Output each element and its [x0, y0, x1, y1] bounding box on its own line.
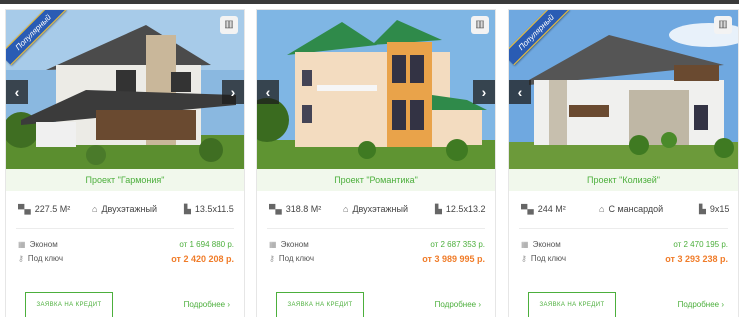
price-econom: ▦ Эконом от 2 687 353 р. — [269, 238, 485, 252]
spec-size: ▙ 13.5x11.5 — [184, 200, 234, 218]
spec-size: ▙ 9x15 — [699, 200, 729, 218]
bar-chart-icon[interactable]: ▥ — [714, 16, 732, 34]
house-image — [257, 10, 495, 169]
price-econom: ▦ Эконом от 2 470 195 р. — [521, 238, 728, 252]
turnkey-label: Под ключ — [530, 254, 567, 263]
spec-size-value: 12.5x13.2 — [445, 204, 486, 214]
spec-floors: ⌂ С мансардой — [599, 200, 663, 218]
key-icon: ⚷ — [18, 254, 24, 263]
key-icon: ⚷ — [521, 254, 527, 263]
econom-price: от 2 687 353 р. — [430, 240, 485, 249]
project-photo[interactable]: Популярный ▥ ‹ › — [6, 10, 244, 169]
credit-request-button[interactable]: ЗАЯВКА НА КРЕДИТ — [25, 292, 113, 317]
project-name[interactable]: Проект "Колизей" — [509, 169, 738, 191]
grid-icon: ▦ — [269, 240, 277, 249]
spec-size-value: 13.5x11.5 — [194, 204, 234, 214]
econom-price: от 1 694 880 р. — [179, 240, 234, 249]
spec-floors-value: С мансардой — [608, 204, 664, 214]
turnkey-price: от 3 293 238 р. — [665, 254, 728, 264]
divider — [267, 228, 485, 229]
spec-size: ▙ 12.5x13.2 — [435, 200, 485, 218]
econom-label: Эконом — [280, 240, 309, 249]
spec-area-value: 318.8 М² — [285, 204, 322, 214]
project-photo[interactable]: Популярный ▥ ‹ — [509, 10, 738, 169]
spec-floors-value: Двухэтажный — [352, 204, 409, 214]
more-link[interactable]: Подробнее › — [184, 300, 230, 309]
spec-floors: ⌂ Двухэтажный — [343, 200, 408, 218]
spec-size-value: 9x15 — [709, 204, 730, 214]
key-icon: ⚷ — [269, 254, 275, 263]
ruler-icon: ▙ — [699, 204, 706, 214]
bed-area-icon: ▀▄ — [521, 204, 534, 214]
ruler-icon: ▙ — [184, 204, 191, 214]
spec-floors: ⌂ Двухэтажный — [92, 200, 157, 218]
econom-label: Эконом — [29, 240, 58, 249]
bar-chart-icon[interactable]: ▥ — [471, 16, 489, 34]
turnkey-price: от 3 989 995 р. — [422, 254, 485, 264]
divider — [519, 228, 728, 229]
top-bar — [0, 0, 739, 4]
price-turnkey: ⚷ Под ключ от 2 420 208 р. — [18, 252, 234, 266]
bed-area-icon: ▀▄ — [18, 204, 31, 214]
spec-area: ▀▄ 227.5 М² — [18, 200, 70, 218]
bed-area-icon: ▀▄ — [269, 204, 282, 214]
project-specs: ▀▄ 318.8 М² ⌂ Двухэтажный ▙ 12.5x13.2 — [257, 200, 495, 218]
turnkey-price: от 2 420 208 р. — [171, 254, 234, 264]
project-name[interactable]: Проект "Романтика" — [257, 169, 495, 191]
spec-floors-value: Двухэтажный — [101, 204, 158, 214]
bar-chart-icon[interactable]: ▥ — [220, 16, 238, 34]
turnkey-label: Под ключ — [27, 254, 64, 263]
grid-icon: ▦ — [521, 240, 529, 249]
spec-area: ▀▄ 244 М² — [521, 200, 566, 218]
price-econom: ▦ Эконом от 1 694 880 р. — [18, 238, 234, 252]
more-link[interactable]: Подробнее › — [678, 300, 724, 309]
more-link[interactable]: Подробнее › — [435, 300, 481, 309]
divider — [16, 228, 234, 229]
spec-area: ▀▄ 318.8 М² — [269, 200, 321, 218]
chevron-left-icon[interactable]: ‹ — [6, 80, 28, 104]
project-name[interactable]: Проект "Гармония" — [6, 169, 244, 191]
project-card-garmonia[interactable]: Популярный ▥ ‹ › Проект "Гармония" ▀▄ 227… — [5, 9, 245, 317]
house-icon: ⌂ — [343, 204, 349, 214]
price-turnkey: ⚷ Под ключ от 3 293 238 р. — [521, 252, 728, 266]
project-specs: ▀▄ 244 М² ⌂ С мансардой ▙ 9x15 — [509, 200, 738, 218]
ruler-icon: ▙ — [435, 204, 442, 214]
turnkey-label: Под ключ — [278, 254, 315, 263]
price-turnkey: ⚷ Под ключ от 3 989 995 р. — [269, 252, 485, 266]
econom-price: от 2 470 195 р. — [673, 240, 728, 249]
project-specs: ▀▄ 227.5 М² ⌂ Двухэтажный ▙ 13.5x11.5 — [6, 200, 244, 218]
spec-area-value: 227.5 М² — [34, 204, 71, 214]
grid-icon: ▦ — [18, 240, 26, 249]
project-card-kolizei[interactable]: Популярный ▥ ‹ Проект "Колизей" ▀▄ 244 М²… — [508, 9, 739, 317]
credit-request-button[interactable]: ЗАЯВКА НА КРЕДИТ — [528, 292, 616, 317]
chevron-right-icon[interactable]: › — [222, 80, 244, 104]
project-card-romantika[interactable]: ▥ ‹ › Проект "Романтика" ▀▄ 318.8 М² ⌂ Дву… — [256, 9, 496, 317]
house-icon: ⌂ — [92, 204, 98, 214]
chevron-right-icon[interactable]: › — [473, 80, 495, 104]
house-icon: ⌂ — [599, 204, 605, 214]
chevron-left-icon[interactable]: ‹ — [509, 80, 531, 104]
econom-label: Эконом — [532, 240, 561, 249]
project-photo[interactable]: ▥ ‹ › — [257, 10, 495, 169]
credit-request-button[interactable]: ЗАЯВКА НА КРЕДИТ — [276, 292, 364, 317]
chevron-left-icon[interactable]: ‹ — [257, 80, 279, 104]
spec-area-value: 244 М² — [537, 204, 566, 214]
